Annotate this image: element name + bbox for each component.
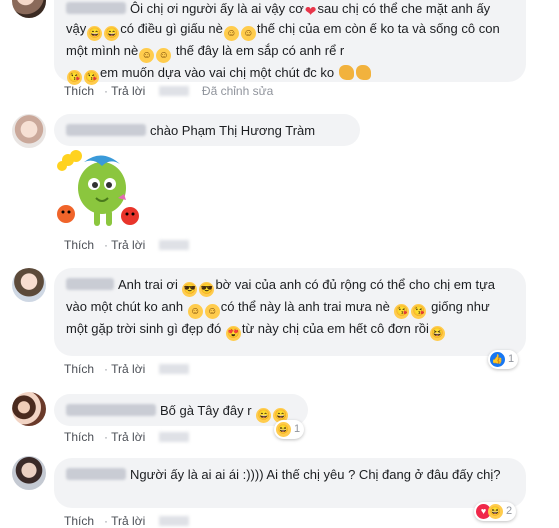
- comment-actions: Thích · Trả lời: [64, 238, 199, 252]
- author-name[interactable]: [66, 278, 114, 290]
- reply-link[interactable]: Trả lời: [111, 514, 145, 528]
- timestamp[interactable]: [158, 240, 189, 250]
- avatar[interactable]: [12, 268, 46, 302]
- comment-text: Bố gà Tây đây r: [160, 403, 252, 418]
- comment-actions: Thích · Trả lời Đã chỉnh sửa: [64, 84, 274, 98]
- grin-emoji: ☺: [156, 48, 172, 63]
- timestamp[interactable]: [158, 432, 189, 442]
- comment-bubble: Người ấy là ai ai ái :)))) Ai thế chị yê…: [54, 458, 526, 508]
- haha-reaction-icon: 😆: [276, 422, 291, 437]
- like-reaction-icon: 👍: [490, 352, 505, 367]
- kiss-emoji: 😘: [394, 304, 410, 319]
- smile-emoji: ☺: [187, 304, 203, 319]
- reaction-summary[interactable]: ♥ 😆 2: [474, 502, 517, 521]
- reaction-count: 2: [506, 505, 513, 517]
- avatar[interactable]: [12, 114, 46, 148]
- haha-reaction-icon: 😆: [488, 504, 503, 519]
- author-name[interactable]: [66, 2, 126, 14]
- heart-emoji: ❤: [304, 3, 317, 19]
- comment-text: từ này chị của em hết cô đơn rồi: [241, 321, 429, 336]
- comment-text: Người ấy là ai ai ái :)))) Ai thế chị yê…: [130, 467, 501, 482]
- laugh-emoji: 😄: [256, 408, 272, 423]
- avatar[interactable]: [12, 456, 46, 490]
- timestamp[interactable]: [158, 86, 189, 96]
- like-link[interactable]: Thích: [64, 362, 94, 376]
- comment-text: em muốn dựa vào vai chị một chút đc ko: [100, 65, 335, 80]
- timestamp[interactable]: [158, 516, 189, 526]
- smile-emoji: ☺: [240, 26, 256, 41]
- reaction-count: 1: [508, 353, 515, 365]
- like-link[interactable]: Thích: [64, 84, 94, 98]
- reaction-summary[interactable]: 😆 1: [274, 420, 305, 439]
- kiss-emoji: 😘: [84, 70, 99, 85]
- comment-bubble: chào Phạm Thị Hương Tràm: [54, 114, 360, 146]
- comment-text: chào Phạm Thị Hương Tràm: [150, 123, 316, 138]
- reply-link[interactable]: Trả lời: [111, 238, 145, 252]
- comment-text: thế đây là em sắp có anh rể r: [175, 43, 345, 58]
- author-name[interactable]: [66, 124, 146, 136]
- kiss-emoji: 😘: [67, 70, 82, 85]
- comment-text: có điều gì giấu nè: [120, 21, 223, 36]
- avatar[interactable]: [12, 392, 46, 426]
- heart-eyes-emoji: 😍: [225, 326, 241, 341]
- muscle-emoji: [338, 65, 354, 80]
- muscle-emoji: [355, 65, 371, 80]
- grin-emoji: ☺: [139, 48, 155, 63]
- comment-actions: Thích · Trả lời: [64, 514, 199, 528]
- cool-emoji: 😎: [199, 282, 215, 297]
- like-link[interactable]: Thích: [64, 430, 94, 444]
- laugh-emoji: 😄: [104, 26, 120, 41]
- smile-emoji: ☺: [223, 26, 239, 41]
- like-link[interactable]: Thích: [64, 238, 94, 252]
- avatar[interactable]: [12, 0, 46, 18]
- comment-actions: Thích · Trả lời: [64, 362, 199, 376]
- comment-text: Anh trai ơi: [118, 277, 178, 292]
- edited-label[interactable]: Đã chỉnh sửa: [202, 84, 273, 98]
- reaction-summary[interactable]: 👍 1: [488, 350, 519, 369]
- author-name[interactable]: [66, 404, 156, 416]
- comment-text: có thể này là anh trai mưa nè: [220, 299, 390, 314]
- comment-bubble: Ôi chị ơi người ấy là ai vậy cơ❤sau chị …: [54, 0, 526, 85]
- reply-link[interactable]: Trả lời: [111, 362, 145, 376]
- comment-actions: Thích · Trả lời: [64, 430, 199, 444]
- like-link[interactable]: Thích: [64, 514, 94, 528]
- cool-emoji: 😎: [182, 282, 198, 297]
- cartoon-sticker: [57, 150, 139, 226]
- kiss-emoji: 😘: [411, 304, 427, 319]
- reaction-count: 1: [294, 423, 301, 435]
- author-name[interactable]: [66, 468, 126, 480]
- smile-emoji: ☺: [204, 304, 220, 319]
- laugh-emoji: 😄: [87, 26, 103, 41]
- reply-link[interactable]: Trả lời: [111, 84, 145, 98]
- comment-bubble: Anh trai ơi 😎 😎 bờ vai của anh có đủ rộng …: [54, 268, 526, 356]
- reply-link[interactable]: Trả lời: [111, 430, 145, 444]
- timestamp[interactable]: [158, 364, 189, 374]
- comment-bubble: Bố gà Tây đây r 😄 😄: [54, 394, 308, 426]
- comment-text: Ôi chị ơi người ấy là ai vậy cơ: [130, 1, 304, 16]
- laugh-emoji: 😆: [429, 326, 445, 341]
